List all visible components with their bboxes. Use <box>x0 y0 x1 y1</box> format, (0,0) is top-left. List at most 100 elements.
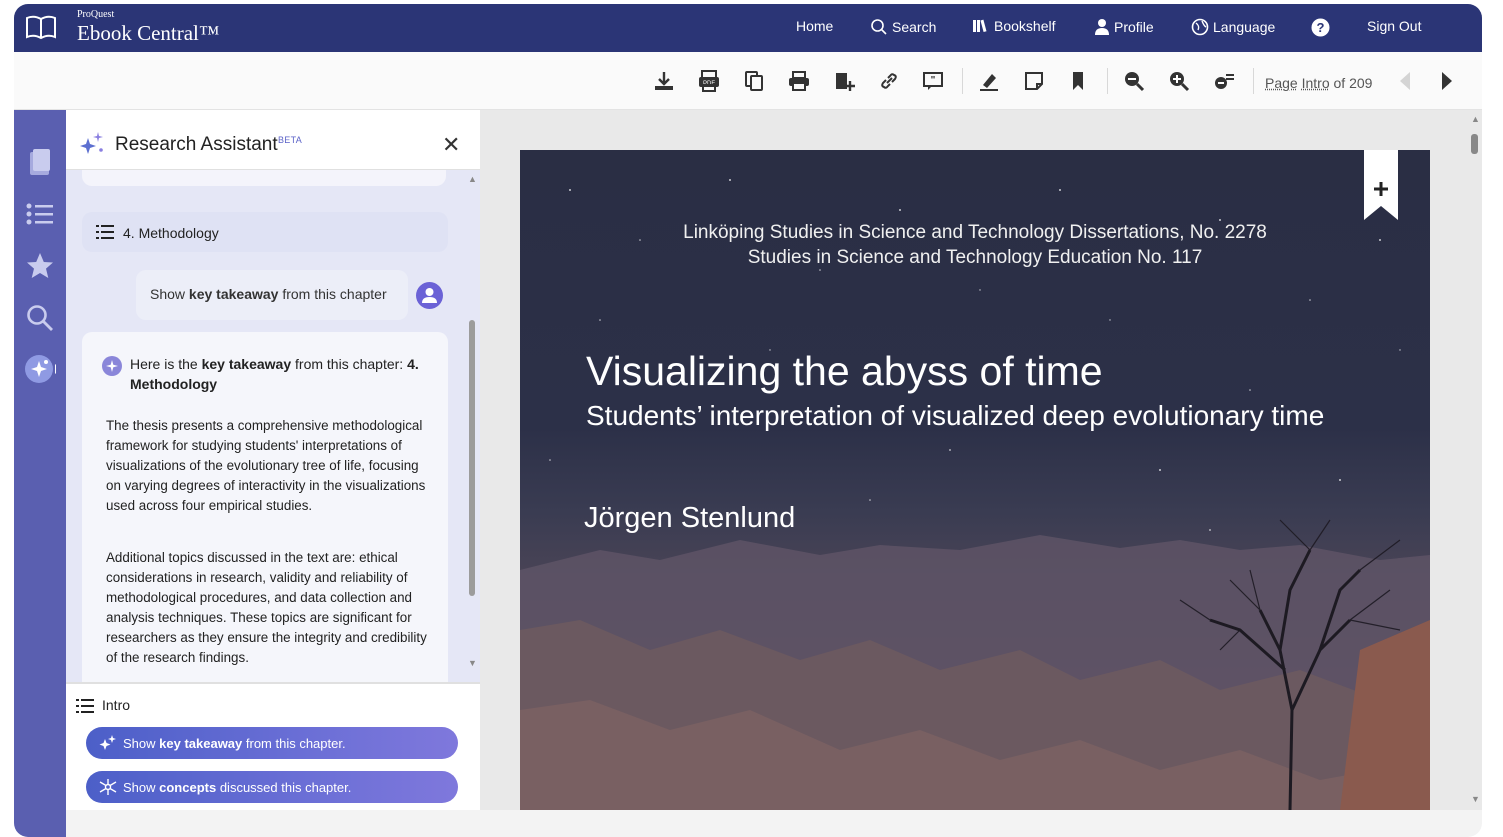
research-assistant-icon[interactable] <box>24 353 56 385</box>
nav-language-label: Language <box>1213 19 1276 35</box>
next-page-icon[interactable] <box>1435 69 1459 93</box>
answer-heading: Here is the key takeaway from this chapt… <box>130 354 430 394</box>
user-avatar-icon <box>416 282 443 309</box>
link-icon[interactable] <box>877 69 901 93</box>
nav-bookshelf[interactable]: Bookshelf <box>972 18 1055 34</box>
pill-2-text: Show concepts discussed this chapter. <box>123 780 351 795</box>
panel-header: Research Assistant BETA ✕ <box>66 110 480 170</box>
nav-home[interactable]: Home <box>796 18 833 34</box>
download-icon[interactable] <box>652 69 676 93</box>
contents-icon[interactable] <box>24 146 56 178</box>
viewer-scroll-up-icon[interactable]: ▲ <box>1471 114 1480 124</box>
book-cover-page: Linköping Studies in Science and Technol… <box>520 150 1430 810</box>
user-msg-bold: key takeaway <box>188 286 279 302</box>
highlight-icon[interactable] <box>977 69 1001 93</box>
beta-badge: BETA <box>278 135 303 145</box>
book-author: Jörgen Stenlund <box>584 502 796 534</box>
book-viewer: Linköping Studies in Science and Technol… <box>480 110 1482 810</box>
left-tool-rail <box>14 110 66 837</box>
bookmark-icon[interactable] <box>1066 69 1090 93</box>
cite-icon[interactable]: " <box>921 69 945 93</box>
nav-bookshelf-label: Bookshelf <box>994 18 1056 34</box>
pill2-post: discussed this chapter. <box>216 780 352 795</box>
add-to-bookshelf-icon[interactable] <box>832 69 856 93</box>
user-message: Show key takeaway from this chapter <box>136 270 408 320</box>
book-subtitle: Students’ interpretation of visualized d… <box>586 400 1325 431</box>
show-key-takeaway-button[interactable]: Show key takeaway from this chapter. <box>86 727 458 759</box>
profile-person-icon <box>1095 19 1109 35</box>
page-value: Intro <box>1301 75 1330 91</box>
answer-head-mid: from this chapter: <box>291 356 408 372</box>
zoom-out-icon[interactable] <box>1122 69 1146 93</box>
toolbar-divider <box>1107 68 1108 94</box>
page-total: of 209 <box>1333 75 1373 91</box>
chapter-row[interactable]: 4. Methodology <box>82 212 448 252</box>
favorites-star-icon[interactable] <box>24 250 56 282</box>
nav-search[interactable]: Search <box>870 18 936 36</box>
pill1-pre: Show <box>123 736 160 751</box>
viewer-scroll-down-icon[interactable]: ▼ <box>1471 794 1480 804</box>
sparkle-icon <box>80 132 103 154</box>
page-label: Page <box>1265 75 1298 91</box>
list-icon <box>76 699 94 713</box>
fit-page-icon[interactable] <box>1212 69 1236 93</box>
print-icon[interactable] <box>787 69 811 93</box>
viewer-scroll-thumb[interactable] <box>1471 134 1478 154</box>
concepts-network-icon <box>99 779 117 795</box>
user-msg-pre: Show <box>150 286 189 302</box>
nav-profile-label: Profile <box>1114 19 1154 35</box>
help-question-icon: ? <box>1311 18 1330 37</box>
chat-scrollbar[interactable]: ▲ ▼ <box>466 170 478 682</box>
svg-text:": " <box>931 75 936 86</box>
pdf-icon[interactable]: PDF <box>697 69 721 93</box>
show-concepts-button[interactable]: Show concepts discussed this chapter. <box>86 771 458 803</box>
list-icon <box>96 225 114 239</box>
svg-text:?: ? <box>1317 20 1325 35</box>
book-title: Visualizing the abyss of time <box>586 348 1103 394</box>
viewer-scrollbar[interactable]: ▲ ▼ <box>1468 110 1482 810</box>
open-book-icon[interactable] <box>24 14 58 40</box>
add-bookmark-ribbon-icon[interactable] <box>1364 150 1398 220</box>
app-window: ProQuest Ebook Central™ Home Search Book… <box>14 4 1482 837</box>
brand-ebook-central[interactable]: Ebook Central™ <box>77 21 219 46</box>
pill2-bold: concepts <box>159 780 217 795</box>
user-msg-post: from this chapter <box>278 286 387 302</box>
nav-profile[interactable]: Profile <box>1094 18 1154 36</box>
toolbar-divider <box>962 68 963 94</box>
pill-1-text: Show key takeaway from this chapter. <box>123 736 346 751</box>
page-indicator[interactable]: Page Intro of 209 <box>1265 75 1372 91</box>
search-icon <box>871 19 887 35</box>
pill1-post: from this chapter. <box>242 736 346 751</box>
copy-icon[interactable] <box>742 69 766 93</box>
answer-paragraph-1: The thesis presents a comprehensive meth… <box>106 418 426 513</box>
scroll-down-arrow-icon[interactable]: ▼ <box>468 658 477 668</box>
close-icon[interactable]: ✕ <box>442 134 460 156</box>
sparkle-icon <box>99 735 116 750</box>
previous-page-icon[interactable] <box>1393 69 1417 93</box>
note-icon[interactable] <box>1022 69 1046 93</box>
brand-proquest: ProQuest <box>77 9 115 20</box>
nav-search-label: Search <box>892 19 937 35</box>
bookshelf-icon <box>973 19 987 33</box>
list-icon[interactable] <box>24 198 56 230</box>
current-chapter-label: Intro <box>102 697 131 713</box>
scroll-up-arrow-icon[interactable]: ▲ <box>468 174 477 184</box>
top-nav-bar: ProQuest Ebook Central™ Home Search Book… <box>14 4 1482 52</box>
research-assistant-panel: Research Assistant BETA ✕ 4. Methodology… <box>66 110 480 810</box>
previous-message-card <box>82 170 446 186</box>
chat-thread: 4. Methodology Show key takeaway from th… <box>66 170 466 682</box>
chat-scroll-thumb[interactable] <box>469 320 475 596</box>
zoom-in-icon[interactable] <box>1167 69 1191 93</box>
series-line-1: Linköping Studies in Science and Technol… <box>683 222 1267 243</box>
search-icon[interactable] <box>24 302 56 334</box>
nav-sign-out[interactable]: Sign Out <box>1367 18 1421 34</box>
answer-paragraph-2: Additional topics discussed in the text … <box>106 550 427 665</box>
chapter-row-label: 4. Methodology <box>123 225 219 241</box>
assistant-answer: Here is the key takeaway from this chapt… <box>82 332 448 682</box>
help-button[interactable]: ? <box>1311 18 1330 37</box>
reader-toolbar: PDF " Page Intro of 209 <box>14 52 1482 110</box>
pill1-bold: key takeaway <box>159 736 243 751</box>
pill2-pre: Show <box>123 780 160 795</box>
answer-head-pre: Here is the <box>130 356 202 372</box>
nav-language[interactable]: Language <box>1191 18 1275 36</box>
